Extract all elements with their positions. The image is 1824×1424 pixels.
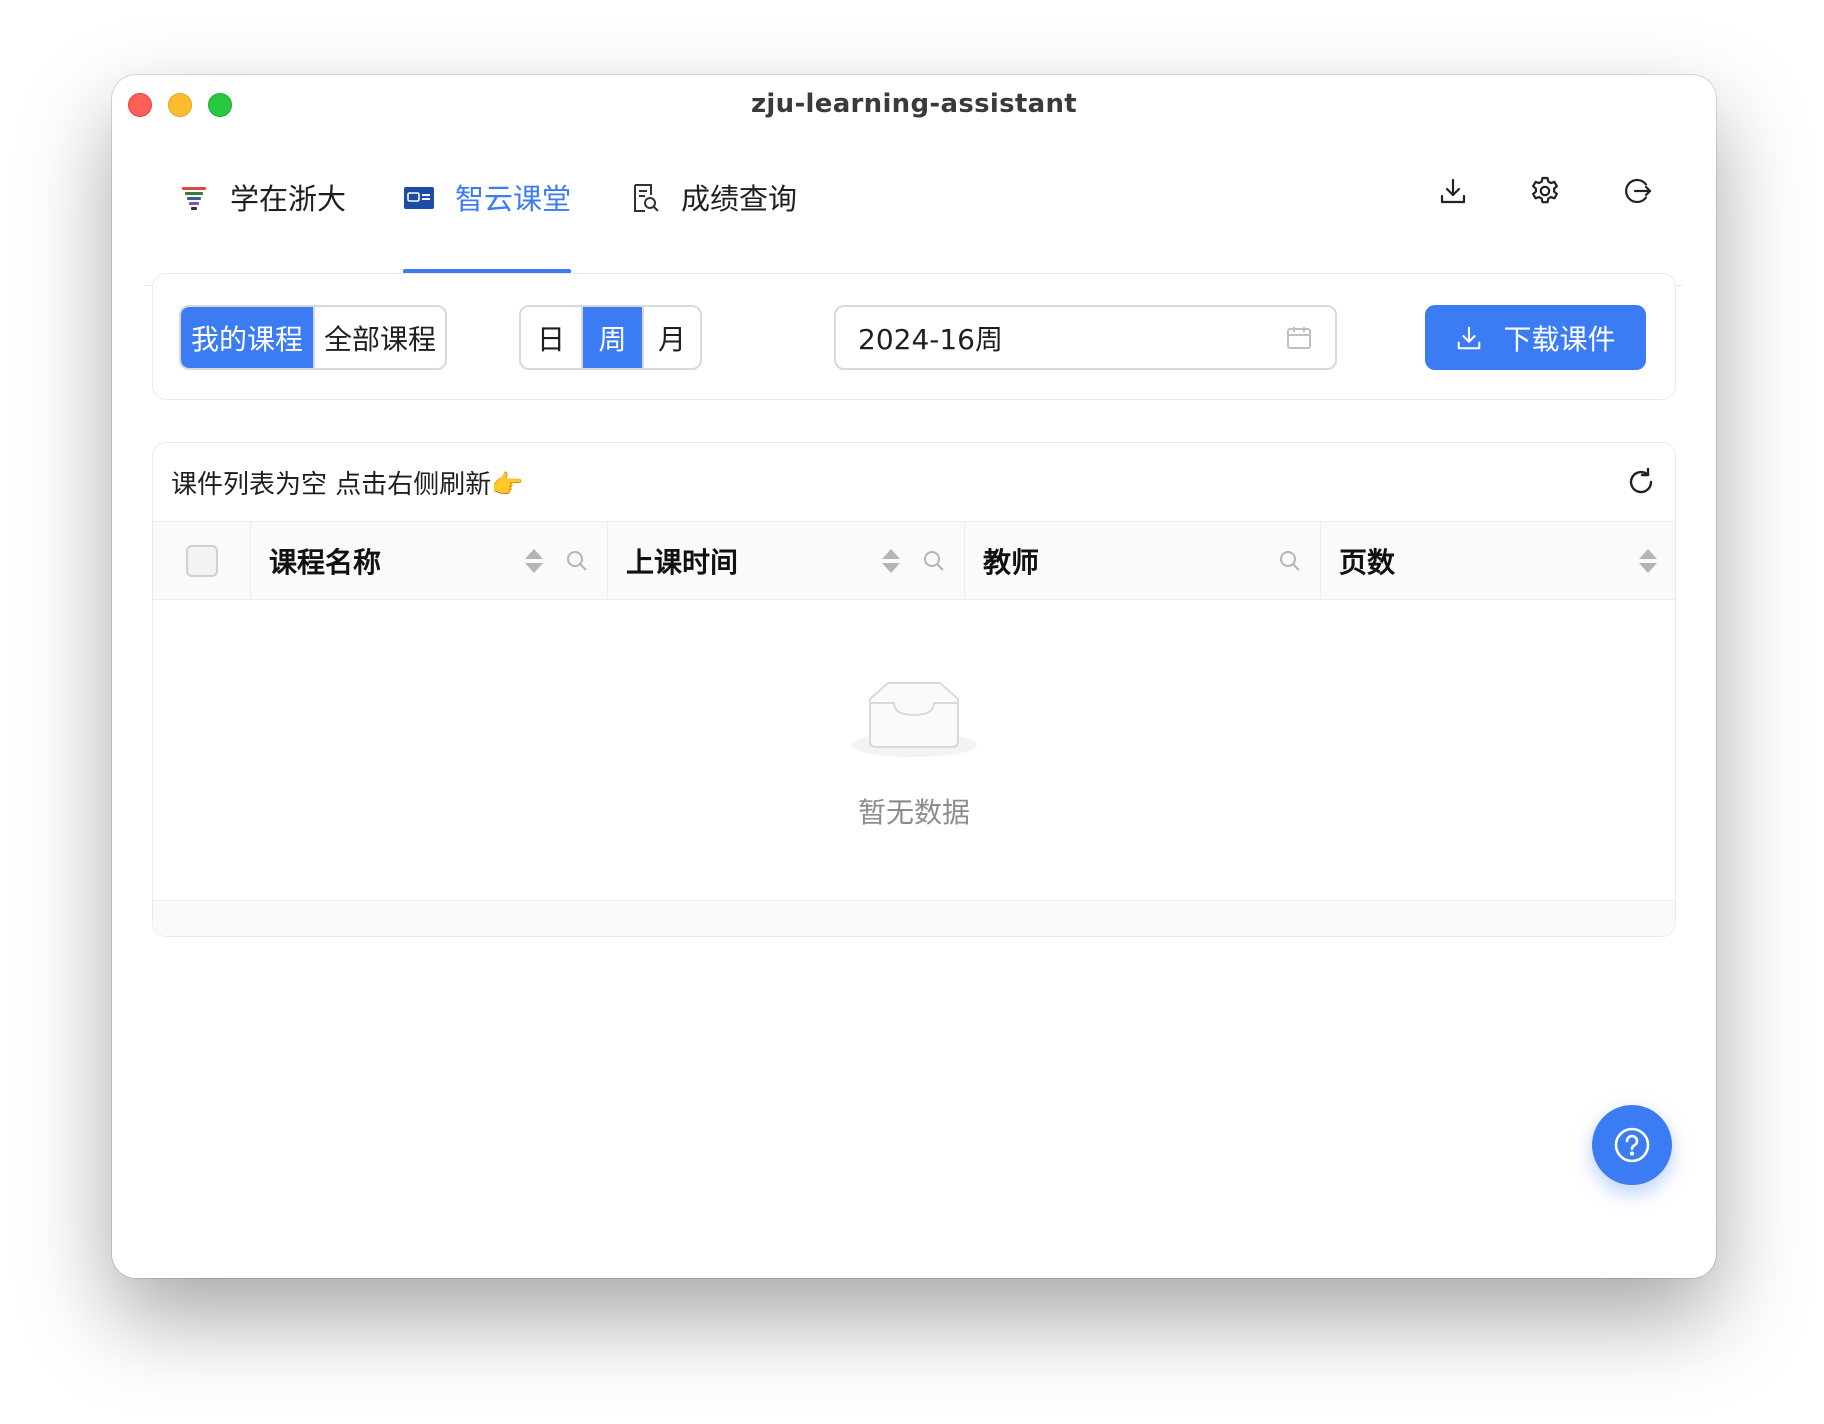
minimize-window-button[interactable] [168,93,192,117]
period-week-option[interactable]: 周 [581,307,642,368]
window-controls [128,93,232,117]
period-day-option[interactable]: 日 [521,307,581,368]
download-courseware-label: 下载课件 [1503,322,1616,356]
help-button[interactable] [1592,1105,1672,1185]
table-footer [153,900,1675,936]
title-bar: zju-learning-assistant [112,75,1716,133]
sort-course-name-button[interactable] [525,548,543,573]
tab-label: 学在浙大 [230,182,347,216]
course-scope-toggle: 我的课程 全部课程 [179,305,447,370]
zju-logo-icon [178,182,210,214]
my-courses-option[interactable]: 我的课程 [181,307,313,368]
nav-actions [1435,173,1655,209]
column-label: 课程名称 [269,545,382,579]
empty-inbox-icon [850,679,978,767]
search-icon[interactable] [565,549,589,573]
table-header-bar: 课件列表为空 点击右侧刷新👉 [153,443,1675,521]
calendar-icon [1287,326,1311,349]
select-all-cell [153,522,251,599]
download-icon [1440,178,1466,204]
settings-button[interactable] [1527,173,1563,209]
download-courseware-button[interactable]: 下载课件 [1425,305,1646,370]
empty-state-text: 暂无数据 [857,796,970,829]
period-month-option[interactable]: 月 [642,307,700,368]
logout-icon [1625,178,1652,204]
tab-zhiyun-classroom[interactable]: 智云课堂 [403,176,572,274]
logout-button[interactable] [1619,173,1655,209]
column-label: 教师 [983,545,1040,579]
question-icon [1614,1127,1650,1163]
top-nav: 学在浙大 智云课堂 成绩查询 [145,133,1683,286]
week-picker[interactable]: 2024-16周 [834,305,1337,370]
download-icon [1458,326,1481,349]
app-window: zju-learning-assistant 学在浙大 智云课堂 成绩查询 我的… [112,75,1716,1278]
window-title: zju-learning-assistant [751,89,1077,119]
week-picker-value: 2024-16周 [858,322,1003,356]
search-icon[interactable] [1278,549,1302,573]
column-label: 页数 [1339,545,1396,579]
tab-grade-query[interactable]: 成绩查询 [629,176,797,272]
table-caption: 课件列表为空 点击右侧刷新👉 [171,469,524,500]
period-toggle: 日 周 月 [519,305,702,370]
all-courses-option[interactable]: 全部课程 [312,307,445,368]
refresh-icon[interactable] [1625,466,1657,498]
table-body: 暂无数据 [153,600,1675,903]
sort-class-time-button[interactable] [882,548,900,573]
zhiyun-classroom-icon [403,182,435,214]
gear-icon [1532,176,1558,204]
column-class-time: 上课时间 [608,522,965,599]
close-window-button[interactable] [128,93,152,117]
sort-pages-button[interactable] [1639,548,1657,573]
courseware-table: 课件列表为空 点击右侧刷新👉 课程名称 上课时间 教师 页数 暂无数据 [152,442,1676,937]
search-icon[interactable] [922,549,946,573]
grade-search-icon [629,182,661,214]
table-column-headers: 课程名称 上课时间 教师 页数 [153,521,1675,600]
select-all-checkbox[interactable] [185,544,218,577]
download-manager-button[interactable] [1435,173,1471,209]
column-course-name: 课程名称 [251,522,608,599]
tab-label: 成绩查询 [681,182,798,216]
maximize-window-button[interactable] [208,93,232,117]
column-pages: 页数 [1321,522,1675,599]
tab-label: 智云课堂 [455,182,572,216]
column-teacher: 教师 [965,522,1321,599]
filter-toolbar: 我的课程 全部课程 日 周 月 2024-16周 下载课件 [152,273,1676,400]
column-label: 上课时间 [626,545,739,579]
tab-xuezai-zheda[interactable]: 学在浙大 [178,176,346,272]
